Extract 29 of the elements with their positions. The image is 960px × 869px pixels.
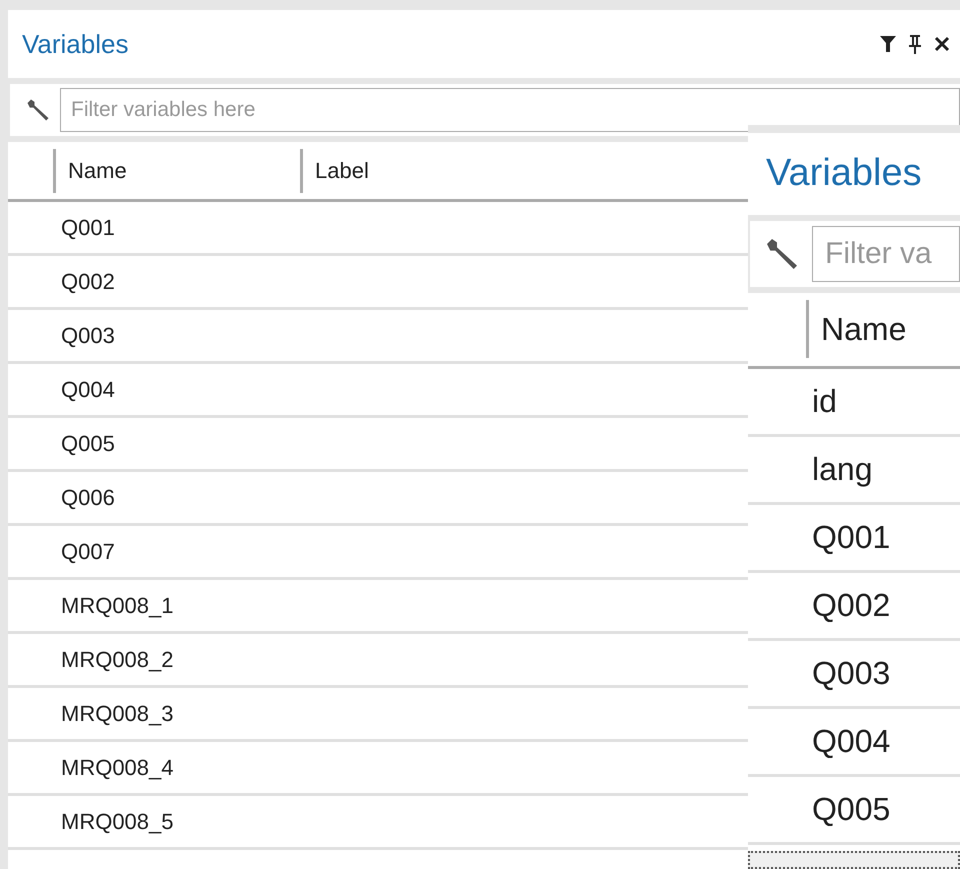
close-icon[interactable]	[934, 36, 950, 52]
filter-icon[interactable]	[880, 35, 896, 53]
variable-name: Q002	[61, 268, 115, 296]
column-header[interactable]: Name	[806, 300, 906, 358]
variable-name: Q004	[61, 376, 115, 404]
variable-name: MRQ008_5	[61, 808, 174, 836]
variable-name: MRQ008_4	[61, 754, 174, 782]
column-header[interactable]: Label	[300, 148, 547, 192]
variable-name: MRQ008_2	[61, 646, 174, 674]
panel-title: Variables	[22, 28, 130, 60]
variable-name: Q003	[812, 654, 890, 694]
variable-name: Q007	[61, 538, 115, 566]
variable-name: MRQ008_3	[61, 700, 174, 728]
variable-name: Q001	[61, 214, 115, 242]
panel-title: Variables	[766, 151, 922, 196]
filter-field[interactable]: Filter va	[812, 226, 960, 282]
variable-name: Q005	[61, 430, 115, 458]
filter-field[interactable]: Filter variables here	[60, 88, 960, 132]
variable-name: id	[812, 382, 837, 422]
variable-name: Q003	[61, 322, 115, 350]
variable-name: Q004	[812, 722, 890, 762]
variable-name: MRQ008_1	[61, 592, 174, 620]
pin-icon[interactable]	[908, 34, 922, 54]
variable-name: Q005	[812, 790, 890, 830]
variable-name: Q006	[61, 484, 115, 512]
variable-name: Q002	[812, 586, 890, 626]
column-header[interactable]: Name	[53, 148, 300, 192]
variable-name: lang	[812, 450, 872, 490]
variable-name: Q001	[812, 518, 890, 558]
